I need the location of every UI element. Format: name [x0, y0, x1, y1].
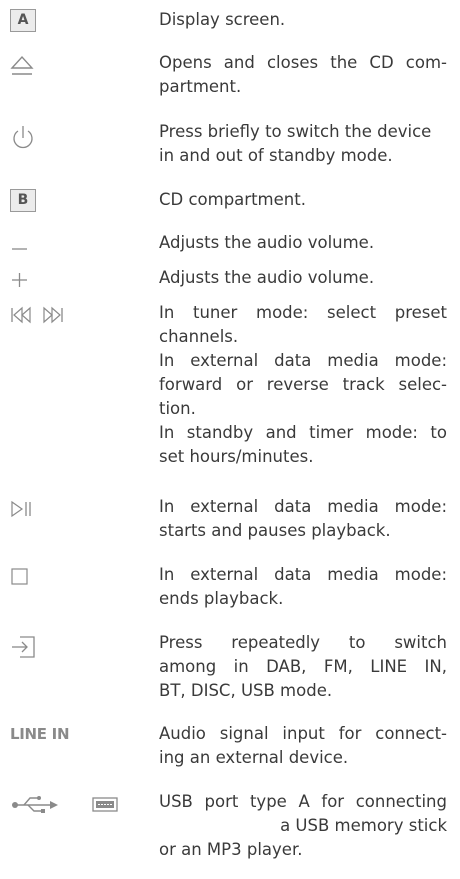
stop-icon — [10, 567, 30, 587]
usb-port-icon — [10, 794, 120, 814]
label-b-symbol: B — [10, 189, 36, 212]
skip-prev-next-icon — [10, 306, 74, 324]
entry-description: In external data media mode: ends playba… — [159, 565, 447, 608]
label-a-symbol: A — [10, 9, 36, 32]
entry-description: Adjusts the audio volume. — [159, 268, 375, 287]
entry-description: In tuner mode: select preset channels. I… — [159, 303, 447, 466]
entry-description: CD compartment. — [159, 190, 306, 209]
entry-description: Press repeatedly to switch among in DAB,… — [159, 633, 447, 700]
entry-description: USB port type A for connecting a USB mem… — [159, 792, 447, 859]
entry-description: Display screen. — [159, 10, 286, 29]
eject-icon — [10, 55, 34, 77]
play-pause-icon — [10, 500, 40, 518]
entry-description: Press briefly to switch the device in an… — [159, 122, 432, 165]
entry-description: Opens and closes the CD com- partment. — [159, 53, 447, 96]
minus-icon — [10, 235, 30, 255]
power-standby-icon — [10, 124, 36, 150]
plus-icon — [10, 270, 30, 290]
entry-description: Adjusts the audio volume. — [159, 233, 375, 252]
line-in-label: LINE IN — [10, 725, 70, 743]
entry-description: Audio signal input for connect- ing an e… — [159, 724, 447, 767]
source-input-icon — [10, 635, 40, 659]
entry-description: In external data media mode: starts and … — [159, 497, 447, 540]
